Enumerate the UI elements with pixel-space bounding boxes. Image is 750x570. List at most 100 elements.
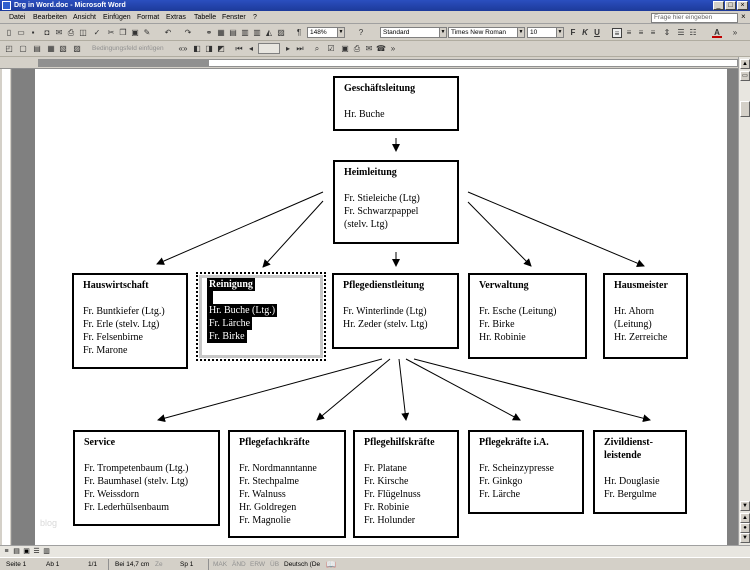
vertical-ruler[interactable] — [0, 69, 12, 545]
drawing-icon[interactable]: ◭ — [264, 28, 274, 38]
style-select[interactable]: Standard ▼ — [380, 27, 447, 38]
scroll-up-icon[interactable]: ▲ — [740, 59, 750, 69]
menu-fenster[interactable]: Fenster — [222, 13, 246, 22]
ruler-toggle-icon[interactable]: ▭ — [740, 71, 750, 81]
insert-table-icon[interactable]: ▤ — [228, 28, 238, 38]
merge-fax-icon[interactable]: ☎ — [376, 44, 386, 54]
org-box-pflegehilfskraefte[interactable]: Pflegehilfskräfte Fr. Platane Fr. Kirsch… — [353, 430, 459, 538]
hyperlink-icon[interactable]: ⚭ — [204, 28, 214, 38]
redo-icon[interactable]: ↷ — [183, 28, 193, 38]
org-box-verwaltung[interactable]: Verwaltung Fr. Esche (Leitung) Fr. Birke… — [468, 273, 587, 359]
spellcheck-icon[interactable]: ✓ — [92, 28, 102, 38]
menu-einfuegen[interactable]: Einfügen — [103, 13, 131, 22]
permission-icon[interactable]: ◘ — [42, 28, 52, 38]
check-errors-icon[interactable]: ☑ — [326, 44, 336, 54]
columns-icon[interactable]: ▥ — [252, 28, 262, 38]
match-fields-icon[interactable]: ◨ — [204, 44, 214, 54]
org-box-zivildienstleistende[interactable]: Zivildienst- leistende Hr. Douglasie Fr.… — [593, 430, 687, 514]
horizontal-ruler[interactable] — [0, 57, 750, 69]
font-color-icon[interactable]: A — [712, 28, 722, 38]
cut-icon[interactable]: ✂ — [106, 28, 116, 38]
new-document-icon[interactable]: ▯ — [4, 28, 14, 38]
justify-icon[interactable]: ≡ — [648, 28, 658, 38]
status-track-changes[interactable]: ÄND — [232, 560, 246, 569]
insert-word-field-label[interactable]: Bedingungsfeld einfügen — [92, 45, 164, 52]
line-spacing-icon[interactable]: ⇕ — [662, 28, 672, 38]
status-overtype[interactable]: ÜB — [270, 560, 279, 569]
insert-address-icon[interactable]: ▦ — [46, 44, 56, 54]
zoom-select[interactable]: 148% ▼ — [307, 27, 345, 38]
previous-record-icon[interactable]: ◂ — [246, 44, 256, 54]
print-preview-icon[interactable]: ◫ — [78, 28, 88, 38]
recipients-icon[interactable]: ▤ — [32, 44, 42, 54]
show-formatting-icon[interactable]: ¶ — [294, 28, 304, 38]
menu-bearbeiten[interactable]: Bearbeiten — [33, 13, 67, 22]
org-box-pflegefachkraefte[interactable]: Pflegefachkräfte Fr. Nordmanntanne Fr. S… — [228, 430, 346, 538]
document-map-icon[interactable]: ▨ — [276, 28, 286, 38]
merge-new-document-icon[interactable]: ▣ — [340, 44, 350, 54]
scroll-thumb[interactable] — [740, 101, 750, 117]
web-layout-icon[interactable]: ▤ — [12, 547, 21, 556]
org-box-hauswirtschaft[interactable]: Hauswirtschaft Fr. Buntkiefer (Ltg.) Fr.… — [72, 273, 188, 369]
italic-button[interactable]: K — [580, 28, 590, 38]
toolbar-options-icon[interactable]: » — [730, 28, 740, 38]
align-center-icon[interactable]: ≡ — [624, 28, 634, 38]
print-icon[interactable]: ⎙ — [66, 28, 76, 38]
bold-button[interactable]: F — [568, 28, 578, 38]
insert-greeting-icon[interactable]: ▧ — [58, 44, 68, 54]
spelling-status-icon[interactable]: 📖 — [326, 560, 336, 569]
save-icon[interactable]: ▪ — [28, 28, 38, 38]
insert-fields-icon[interactable]: ▨ — [72, 44, 82, 54]
menu-format[interactable]: Format — [137, 13, 159, 22]
undo-icon[interactable]: ↶ — [163, 28, 173, 38]
format-painter-icon[interactable]: ✎ — [142, 28, 152, 38]
merge-printer-icon[interactable]: ⎙ — [352, 44, 362, 54]
numbering-icon[interactable]: ☰ — [676, 28, 686, 38]
help-icon[interactable]: ? — [356, 28, 366, 38]
reading-layout-icon[interactable]: ▥ — [42, 547, 51, 556]
minimize-button[interactable]: _ — [713, 1, 724, 10]
horizontal-scrollbar[interactable]: ≡ ▤ ▣ ☰ ▥ — [0, 545, 750, 557]
insert-excel-icon[interactable]: ▥ — [240, 28, 250, 38]
view-merged-data-icon[interactable]: «» — [178, 44, 188, 54]
close-button[interactable]: × — [737, 1, 748, 10]
menu-extras[interactable]: Extras — [166, 13, 186, 22]
find-entry-icon[interactable]: ⌕ — [312, 44, 322, 54]
close-document-icon[interactable]: × — [741, 12, 746, 21]
status-extend[interactable]: ERW — [250, 560, 265, 569]
previous-page-icon[interactable]: ▲ — [740, 513, 750, 523]
copy-icon[interactable]: ❐ — [118, 28, 128, 38]
vertical-scrollbar[interactable]: ▲ ▭ ▼ ▲ ● ▼ — [738, 57, 750, 545]
bullets-icon[interactable]: ☷ — [688, 28, 698, 38]
next-page-icon[interactable]: ▼ — [740, 533, 750, 543]
outline-view-icon[interactable]: ☰ — [32, 547, 41, 556]
underline-button[interactable]: U — [592, 28, 602, 38]
scroll-down-icon[interactable]: ▼ — [740, 501, 750, 511]
org-box-reinigung-selected[interactable]: Reinigung Hr. Buche (Ltg.) Fr. Lärche Fr… — [196, 272, 326, 361]
first-record-icon[interactable]: ⏮ — [234, 44, 244, 54]
browse-object-icon[interactable]: ● — [740, 523, 750, 533]
align-right-icon[interactable]: ≡ — [636, 28, 646, 38]
org-box-geschaeftsleitung[interactable]: Geschäftsleitung Hr. Buche — [333, 76, 459, 131]
status-macro-record[interactable]: MAK — [213, 560, 227, 569]
help-search-input[interactable]: Frage hier eingeben — [651, 13, 738, 23]
org-box-heimleitung[interactable]: Heimleitung Fr. Stieleiche (Ltg) Fr. Sch… — [333, 160, 459, 244]
menu-help[interactable]: ? — [253, 13, 257, 22]
email-icon[interactable]: ✉ — [54, 28, 64, 38]
org-box-service[interactable]: Service Fr. Trompetenbaum (Ltg.) Fr. Bau… — [73, 430, 220, 526]
menu-tabelle[interactable]: Tabelle — [194, 13, 216, 22]
merge-email-icon[interactable]: ✉ — [364, 44, 374, 54]
menu-ansicht[interactable]: Ansicht — [73, 13, 96, 22]
maximize-button[interactable]: □ — [725, 1, 736, 10]
print-layout-icon[interactable]: ▣ — [22, 547, 31, 556]
tables-borders-icon[interactable]: ▦ — [216, 28, 226, 38]
paste-icon[interactable]: ▣ — [130, 28, 140, 38]
org-box-hausmeister[interactable]: Hausmeister Hr. Ahorn (Leitung) Hr. Zerr… — [603, 273, 688, 359]
propagate-labels-icon[interactable]: ◩ — [216, 44, 226, 54]
align-left-icon[interactable]: ≡ — [612, 28, 622, 38]
menu-datei[interactable]: Datei — [9, 13, 25, 22]
font-select[interactable]: Times New Roman ▼ — [448, 27, 525, 38]
status-language[interactable]: Deutsch (De — [284, 560, 320, 569]
org-box-pflegekraefte-ia[interactable]: Pflegekräfte i.A. Fr. Scheinzypresse Fr.… — [468, 430, 584, 514]
next-record-icon[interactable]: ▸ — [283, 44, 293, 54]
